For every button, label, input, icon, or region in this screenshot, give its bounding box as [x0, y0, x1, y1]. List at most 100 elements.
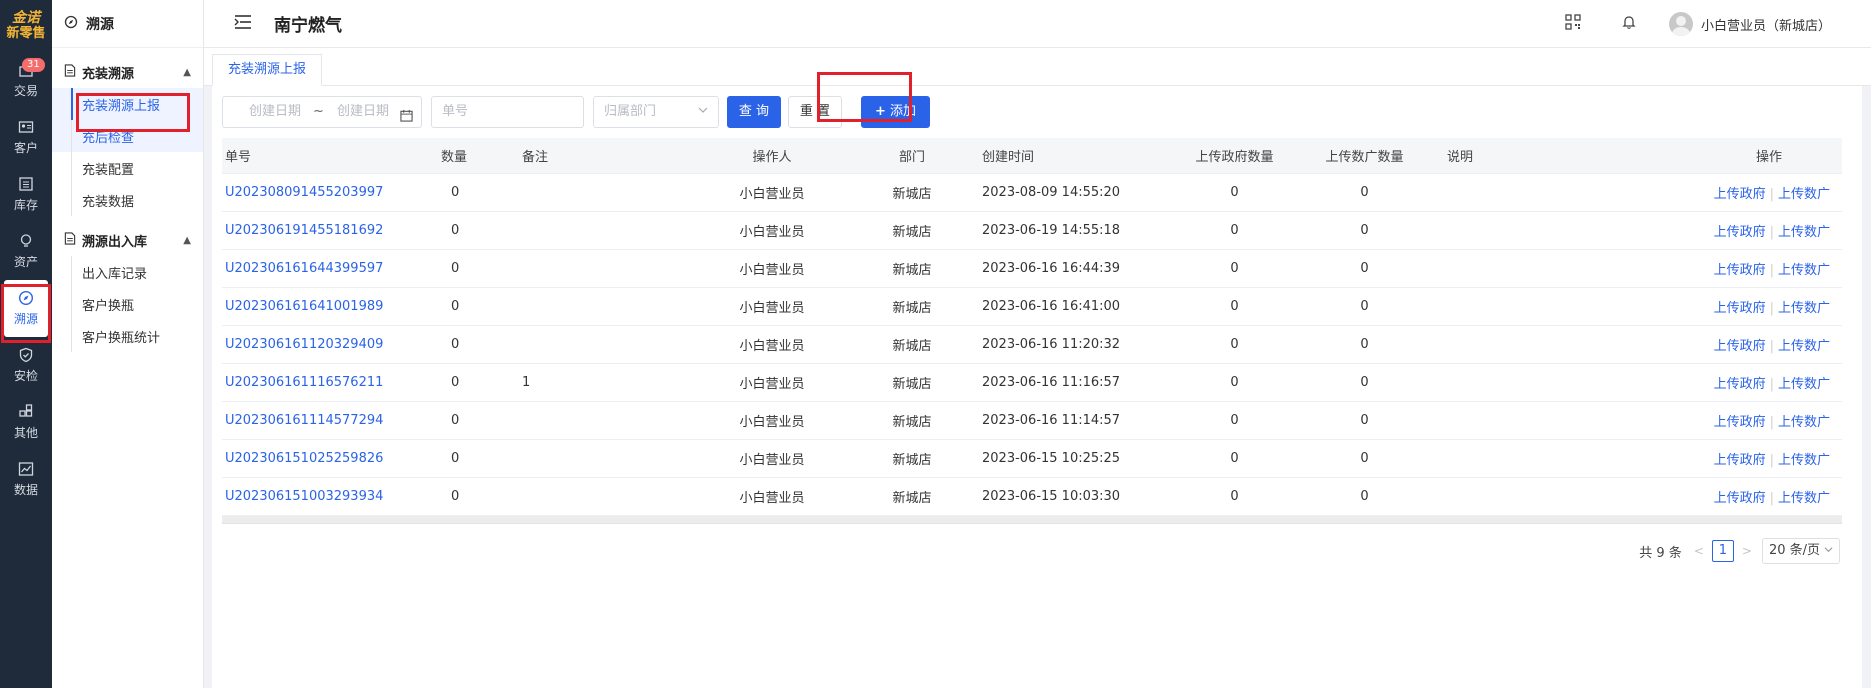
sidebar-item-fill-data[interactable]: 充装数据	[52, 184, 203, 216]
upload-gov-link[interactable]: 上传政府	[1714, 377, 1766, 392]
table-row: U202306161120329409 0 小白营业员 新城店 2023-06-16 1…	[222, 326, 1842, 364]
upload-guang-link[interactable]: 上传数广	[1778, 491, 1830, 506]
sidebar-item-swap-stats[interactable]: 客户换瓶统计	[52, 320, 203, 352]
reset-button[interactable]: 重 置	[788, 96, 842, 128]
upload-guang-link[interactable]: 上传数广	[1778, 301, 1830, 316]
rail-item-safety[interactable]: 安检	[0, 337, 52, 394]
date-range-picker[interactable]: 创建日期 ~ 创建日期	[222, 96, 422, 128]
tab-strip: 充装溯源上报	[204, 48, 1871, 86]
table-row: U202306161114577294 0 小白营业员 新城店 2023-06-16 1…	[222, 402, 1842, 440]
order-no-link[interactable]: U202306161114577294	[225, 413, 383, 428]
qrcode-icon[interactable]	[1565, 14, 1581, 34]
prev-page-icon[interactable]: <	[1694, 544, 1704, 558]
order-number-input[interactable]: 单号	[431, 96, 584, 128]
action-separator: |	[1769, 491, 1774, 506]
sidebar-group-trace-io[interactable]: 溯源出入库 ▲	[52, 224, 203, 256]
order-no-link[interactable]: U202306161644399597	[225, 261, 383, 276]
brand-line2: 新零售	[6, 26, 46, 41]
actions-cell: 上传政府 | 上传数广	[1677, 297, 1842, 316]
user-menu[interactable]: 小白营业员（新城店）	[1668, 12, 1831, 36]
tab-fill-report[interactable]: 充装溯源上报	[212, 54, 323, 86]
upload-gov-link[interactable]: 上传政府	[1714, 491, 1766, 506]
order-no-link[interactable]: U202306161116576211	[225, 375, 383, 390]
end-date-input[interactable]: 创建日期	[337, 97, 389, 127]
upload-gov-link[interactable]: 上传政府	[1714, 415, 1766, 430]
order-no-link[interactable]: U202306191455181692	[225, 223, 383, 238]
upload-guang-link[interactable]: 上传数广	[1778, 415, 1830, 430]
actions-cell: 上传政府 | 上传数广	[1677, 259, 1842, 278]
sidebar-item-label: 出入库记录	[82, 266, 148, 282]
rail-item-customer[interactable]: 客户	[0, 109, 52, 166]
time-cell: 2023-06-16 11:14:57	[982, 413, 1121, 428]
upload-guang-link[interactable]: 上传数广	[1778, 453, 1830, 468]
order-no-link[interactable]: U202306161641001989	[225, 299, 383, 314]
guang-count-cell: 0	[1360, 261, 1369, 276]
upload-gov-link[interactable]: 上传政府	[1714, 301, 1766, 316]
menu-collapse-icon[interactable]	[234, 14, 252, 34]
upload-guang-link[interactable]: 上传数广	[1778, 263, 1830, 278]
upload-guang-link[interactable]: 上传数广	[1778, 339, 1830, 354]
department-select[interactable]: 归属部门	[593, 96, 719, 128]
time-cell: 2023-08-09 14:55:20	[982, 185, 1121, 200]
sidebar-item-post-check[interactable]: 充后检查	[52, 120, 203, 152]
sidebar-group-label: 充装溯源	[82, 66, 135, 82]
dept-cell: 新城店	[892, 339, 932, 354]
rail-item-assets[interactable]: 资产	[0, 223, 52, 280]
rail-item-trace[interactable]: 溯源	[4, 280, 48, 337]
chevron-down-icon	[1824, 539, 1833, 563]
gov-count-cell: 0	[1230, 261, 1239, 276]
operator-cell: 小白营业员	[739, 377, 805, 392]
sidebar-item-fill-config[interactable]: 充装配置	[52, 152, 203, 184]
action-separator: |	[1769, 225, 1774, 240]
table-body: U202308091455203997 0 小白营业员 新城店 2023-08-09 1…	[222, 174, 1842, 516]
add-button[interactable]: + 添加	[861, 96, 930, 128]
top-bar: 南宁燃气 小白营业员（新城店）	[204, 0, 1871, 48]
page-size-select[interactable]: 20 条/页	[1761, 538, 1840, 564]
guang-count-cell: 0	[1360, 299, 1369, 314]
upload-gov-link[interactable]: 上传政府	[1714, 225, 1766, 240]
rail-item-data[interactable]: 数据	[0, 451, 52, 508]
order-no-link[interactable]: U202306161120329409	[225, 337, 383, 352]
query-button[interactable]: 查 询	[727, 96, 781, 128]
app-title: 南宁燃气	[274, 16, 342, 36]
time-cell: 2023-06-15 10:03:30	[982, 489, 1121, 504]
table-row: U202306191455181692 0 小白营业员 新城店 2023-06-19 1…	[222, 212, 1842, 250]
sidebar-item-io-records[interactable]: 出入库记录	[52, 256, 203, 288]
sidebar-group-fill-trace[interactable]: 充装溯源 ▲	[52, 56, 203, 88]
upload-guang-link[interactable]: 上传数广	[1778, 187, 1830, 202]
rail-item-other[interactable]: 其他	[0, 394, 52, 451]
upload-guang-link[interactable]: 上传数广	[1778, 225, 1830, 240]
page-number[interactable]: 1	[1711, 540, 1734, 562]
horizontal-scrollbar[interactable]	[222, 516, 1842, 524]
bell-icon[interactable]	[1621, 14, 1637, 34]
sidebar-item-fill-report[interactable]: 充装溯源上报	[52, 88, 203, 120]
upload-gov-link[interactable]: 上传政府	[1714, 263, 1766, 278]
qty-cell: 0	[451, 185, 460, 200]
upload-gov-link[interactable]: 上传政府	[1714, 187, 1766, 202]
start-date-input[interactable]: 创建日期	[249, 97, 301, 127]
guang-count-cell: 0	[1360, 337, 1369, 352]
rail-item-inventory[interactable]: 库存	[0, 166, 52, 223]
dept-cell: 新城店	[892, 187, 932, 202]
order-no-link[interactable]: U202308091455203997	[225, 185, 383, 200]
order-no-link[interactable]: U202306151003293934	[225, 489, 383, 504]
gov-count-cell: 0	[1230, 223, 1239, 238]
sidebar-item-swap-bottle[interactable]: 客户换瓶	[52, 288, 203, 320]
table-row: U202306161641001989 0 小白营业员 新城店 2023-06-16 1…	[222, 288, 1842, 326]
upload-gov-link[interactable]: 上传政府	[1714, 339, 1766, 354]
order-no-link[interactable]: U202306151025259826	[225, 451, 383, 466]
rail-item-trade[interactable]: 31 交易	[0, 52, 52, 109]
next-page-icon[interactable]: >	[1742, 544, 1752, 558]
qty-cell: 0	[451, 337, 460, 352]
guang-count-cell: 0	[1360, 375, 1369, 390]
sidebar-item-label: 充装溯源上报	[82, 98, 161, 114]
rail-label-assets: 资产	[13, 255, 38, 269]
upload-guang-link[interactable]: 上传数广	[1778, 377, 1830, 392]
action-separator: |	[1769, 301, 1774, 316]
dept-cell: 新城店	[892, 301, 932, 316]
pagination: 共 9 条 < 1 > 20 条/页	[1639, 538, 1840, 564]
user-name: 小白营业员（新城店）	[1700, 18, 1831, 34]
actions-cell: 上传政府 | 上传数广	[1677, 449, 1842, 468]
upload-gov-link[interactable]: 上传政府	[1714, 453, 1766, 468]
operator-cell: 小白营业员	[739, 263, 805, 278]
